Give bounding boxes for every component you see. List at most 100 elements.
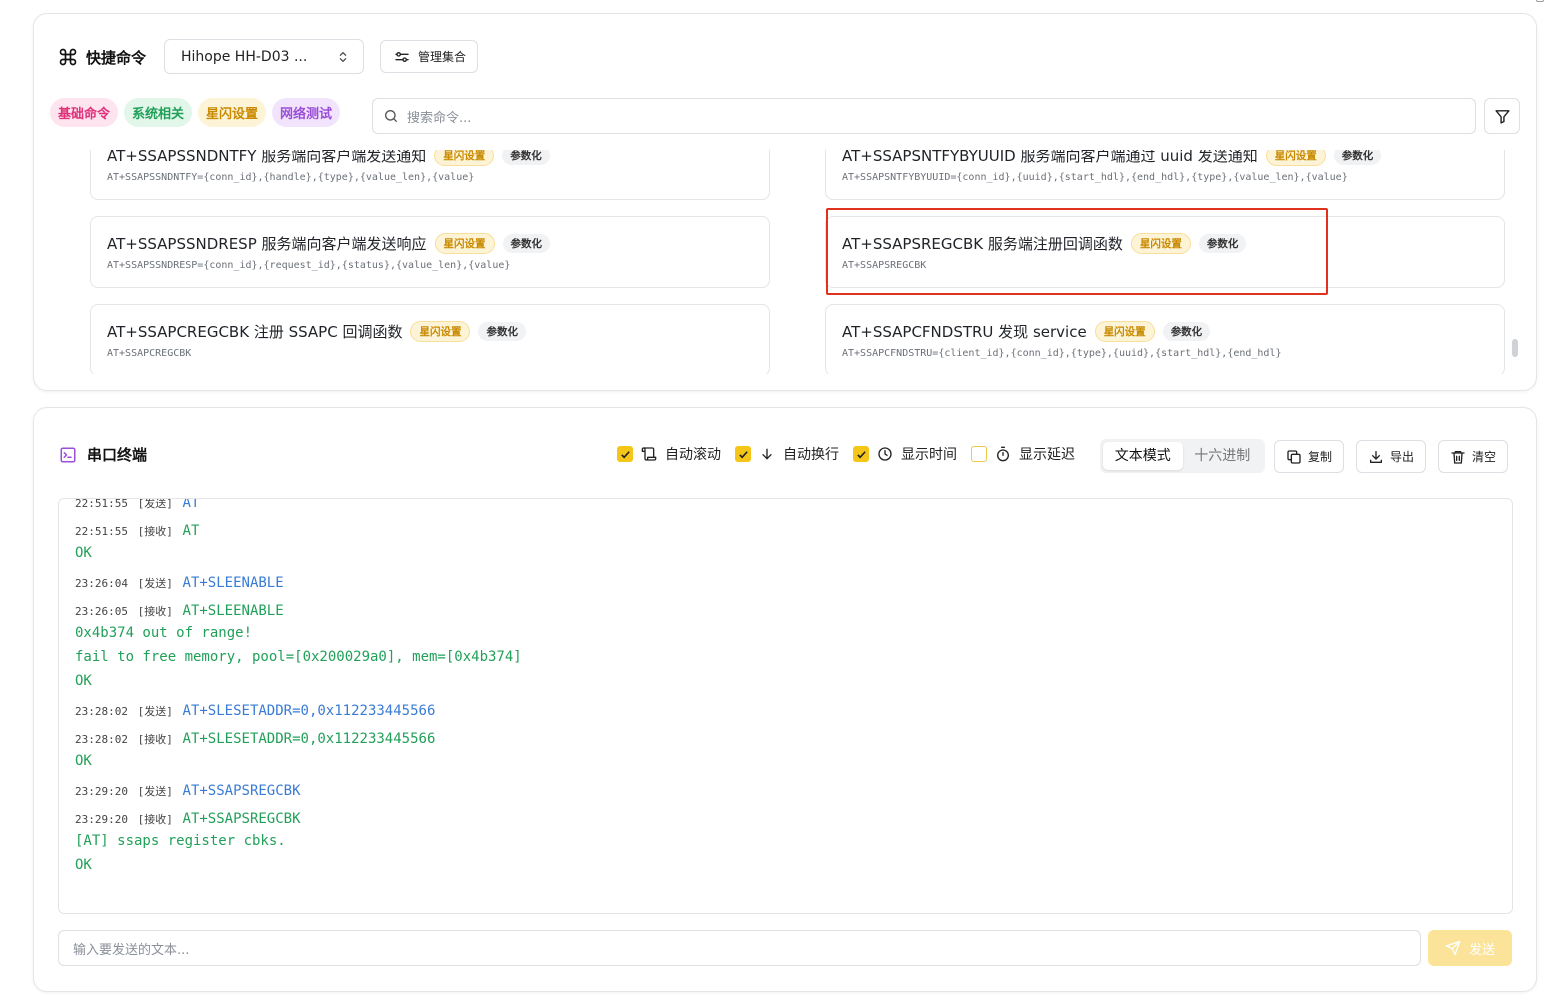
log-direction: [发送]: [137, 498, 173, 510]
log-text: AT+SSAPSREGCBK: [182, 811, 301, 827]
log-timestamp: 23:26:05: [75, 605, 128, 618]
log-direction: [发送]: [137, 577, 173, 590]
send-icon: [1445, 940, 1461, 956]
param-tag: 参数化: [502, 233, 551, 253]
log-direction: [接收]: [137, 733, 173, 746]
arrow-down-icon: [762, 448, 772, 460]
command-card[interactable]: AT+SSAPSNTFYBYUUID 服务端向客户端通过 uuid 发送通知 星闪…: [825, 150, 1505, 200]
log-text: 0x4b374 out of range!: [75, 625, 253, 641]
log-line: OK: [75, 854, 92, 873]
terminal-title: 串口终端: [59, 444, 147, 465]
show-delay-label: 显示延迟: [1019, 447, 1075, 463]
window-corner-icon: [1536, 0, 1544, 2]
auto-scroll-label: 自动滚动: [665, 447, 721, 463]
log-line: 23:28:02 [发送] AT+SLESETADDR=0,0x11223344…: [75, 700, 435, 719]
command-syntax: AT+SSAPSSNDRESP={conn_id},{request_id},{…: [107, 260, 511, 271]
category-system[interactable]: 系统相关: [124, 98, 193, 127]
manage-collection-button[interactable]: 管理集合: [380, 40, 478, 73]
terminal-output[interactable]: 22:51:55 [发送] AT 22:51:55 [接收] AT OK 23:26:…: [58, 498, 1513, 914]
category-network[interactable]: 网络测试: [272, 98, 341, 127]
command-syntax: AT+SSAPSSNDNTFY={conn_id},{handle},{type…: [107, 172, 475, 183]
filter-button[interactable]: [1484, 98, 1520, 134]
param-tag: 参数化: [1162, 321, 1211, 341]
terminal-title-label: 串口终端: [87, 446, 148, 464]
highlight-annotation-box: [826, 208, 1328, 295]
filter-icon: [1494, 109, 1510, 124]
category-nearlink[interactable]: 星闪设置: [198, 98, 267, 127]
command-card[interactable]: AT+SSAPSSNDNTFY 服务端向客户端发送通知 星闪设置 参数化 AT+SS…: [90, 150, 770, 200]
terminal-icon: [60, 447, 76, 462]
show-delay-checkbox[interactable]: [971, 446, 987, 462]
export-button[interactable]: 导出: [1356, 440, 1427, 473]
log-line: OK: [75, 750, 92, 769]
quick-commands-title: 快捷命令: [58, 47, 146, 68]
serial-terminal-panel: 串口终端 自动滚动 自动换行 显示时间 显示延迟 文本模式 十六进制 复制 导出…: [33, 407, 1537, 992]
send-button[interactable]: 发送: [1428, 930, 1512, 966]
log-line: 22:51:55 [发送] AT: [75, 498, 199, 511]
terminal-options: 自动滚动 自动换行 显示时间 显示延迟: [617, 444, 1075, 464]
log-line: fail to free memory, pool=[0x200029a0], …: [75, 646, 522, 665]
command-card[interactable]: AT+SSAPSSNDRESP 服务端向客户端发送响应 星闪设置 参数化 AT+SS…: [90, 216, 770, 288]
log-text: AT+SLESETADDR=0,0x112233445566: [182, 703, 436, 719]
device-select[interactable]: Hihope HH-D03 ...: [164, 39, 364, 74]
command-title: AT+SSAPSSNDRESP 服务端向客户端发送响应: [107, 234, 427, 253]
command-title: AT+SSAPCFNDSTRU 发现 service: [842, 322, 1087, 341]
option-auto-scroll[interactable]: 自动滚动: [617, 444, 721, 464]
log-timestamp: 23:26:04: [75, 577, 128, 590]
copy-label: 复制: [1308, 450, 1333, 464]
log-text: OK: [75, 673, 92, 689]
log-timestamp: 23:28:02: [75, 705, 128, 718]
text-mode-tab[interactable]: 文本模式: [1103, 442, 1183, 470]
export-label: 导出: [1390, 450, 1415, 464]
show-time-checkbox[interactable]: [853, 446, 869, 462]
category-tag: 星闪设置: [1094, 320, 1155, 342]
auto-wrap-checkbox[interactable]: [735, 446, 751, 462]
log-text: [AT] ssaps register cbks.: [75, 833, 286, 849]
send-input-placeholder: 输入要发送的文本...: [73, 942, 190, 958]
copy-icon: [1287, 449, 1301, 464]
manage-collection-label: 管理集合: [418, 50, 467, 64]
sliders-icon: [395, 51, 409, 62]
command-syntax: AT+SSAPCFNDSTRU={client_id},{conn_id},{t…: [842, 348, 1282, 359]
log-line: OK: [75, 670, 92, 689]
log-direction: [接收]: [137, 813, 173, 826]
clear-button[interactable]: 清空: [1438, 440, 1509, 473]
command-list-scrollbar[interactable]: [1512, 339, 1518, 357]
command-key-icon: [59, 48, 77, 66]
trash-icon: [1451, 450, 1465, 464]
quick-commands-panel: 快捷命令 Hihope HH-D03 ... 管理集合 基础命令 系统相关 星闪…: [33, 13, 1537, 391]
param-tag: 参数化: [1333, 150, 1382, 165]
send-text-input[interactable]: 输入要发送的文本...: [58, 930, 1421, 966]
auto-wrap-label: 自动换行: [783, 447, 839, 463]
category-filter-row: 基础命令 系统相关 星闪设置 网络测试: [50, 98, 341, 127]
option-show-delay[interactable]: 显示延迟: [971, 444, 1075, 464]
command-card[interactable]: AT+SSAPCREGCBK 注册 SSAPC 回调函数 星闪设置 参数化 AT+S…: [90, 304, 770, 374]
log-line: 23:26:05 [接收] AT+SLEENABLE: [75, 600, 284, 619]
category-tag: 星闪设置: [1265, 150, 1326, 166]
log-text: AT+SLEENABLE: [182, 575, 284, 591]
command-card[interactable]: AT+SSAPCFNDSTRU 发现 service 星闪设置 参数化 AT+SSA…: [825, 304, 1505, 374]
log-direction: [接收]: [137, 525, 173, 538]
option-auto-wrap[interactable]: 自动换行: [735, 444, 839, 464]
command-search-input[interactable]: 搜索命令...: [372, 98, 1476, 134]
timer-icon: [997, 446, 1009, 462]
category-tag: 星闪设置: [434, 232, 495, 254]
category-tag: 星闪设置: [410, 320, 471, 342]
show-time-label: 显示时间: [901, 447, 957, 463]
category-basic[interactable]: 基础命令: [50, 98, 119, 127]
log-timestamp: 22:51:55: [75, 498, 128, 510]
option-show-time[interactable]: 显示时间: [853, 444, 957, 464]
command-title: AT+SSAPCREGCBK 注册 SSAPC 回调函数: [107, 322, 403, 341]
device-select-value: Hihope HH-D03 ...: [181, 48, 308, 65]
log-line: [AT] ssaps register cbks.: [75, 830, 286, 849]
auto-scroll-checkbox[interactable]: [617, 446, 633, 462]
command-title: AT+SSAPSSNDNTFY 服务端向客户端发送通知: [107, 150, 427, 165]
log-direction: [发送]: [137, 705, 173, 718]
log-text: OK: [75, 857, 92, 873]
command-title: AT+SSAPSNTFYBYUUID 服务端向客户端通过 uuid 发送通知: [842, 150, 1258, 165]
log-line: OK: [75, 542, 92, 561]
search-placeholder: 搜索命令...: [407, 110, 472, 126]
copy-button[interactable]: 复制: [1274, 440, 1345, 473]
download-icon: [1370, 450, 1382, 463]
hex-mode-tab[interactable]: 十六进制: [1183, 442, 1263, 470]
